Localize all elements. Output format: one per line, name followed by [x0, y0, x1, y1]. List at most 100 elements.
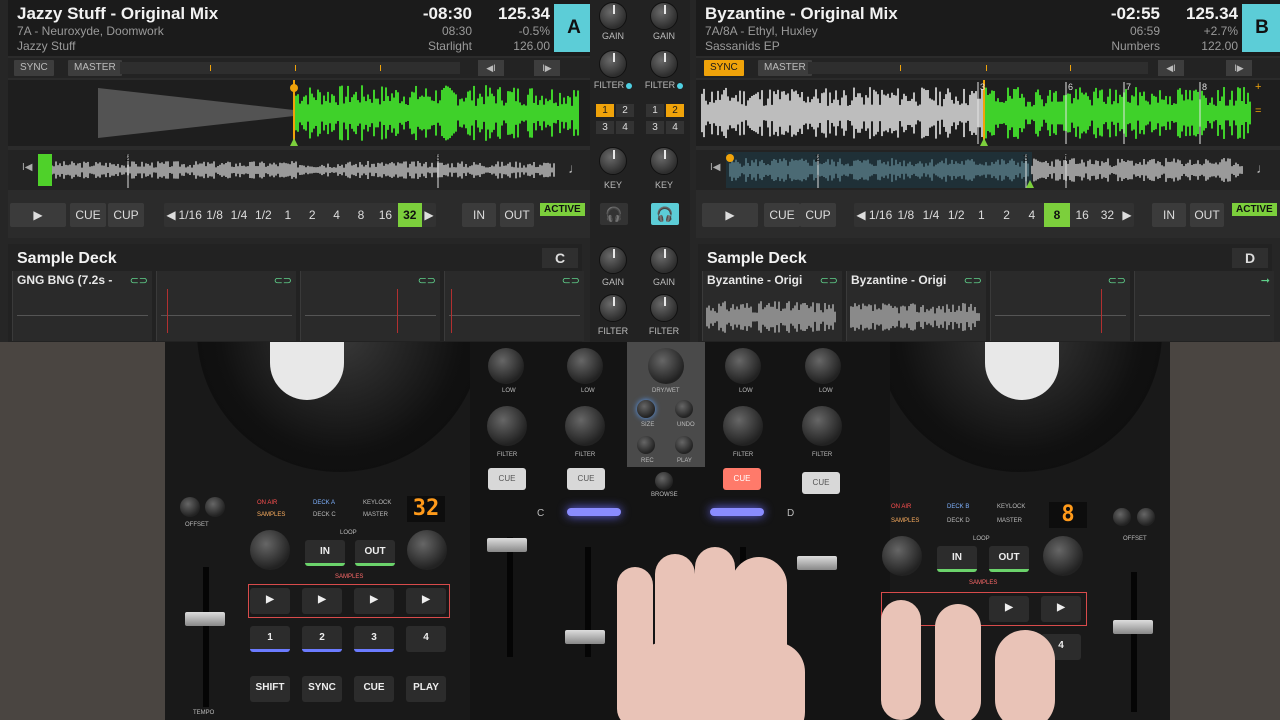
hw-move-knob-left[interactable]	[407, 530, 447, 570]
loop-prev-icon[interactable]: ◀	[164, 203, 178, 227]
deck-b-waveform[interactable]: 3 6 7 8 + =	[696, 80, 1280, 146]
hw-shift-button-left[interactable]: SHIFT	[250, 676, 290, 702]
deck-a-master-button[interactable]: MASTER	[68, 60, 122, 76]
hw-fx-play-button[interactable]	[675, 436, 693, 454]
hw-hotcue-4-left[interactable]: 4	[406, 626, 446, 652]
hw-filter-knob-b[interactable]	[723, 406, 763, 446]
deck-a-active-badge[interactable]: ACTIVE	[540, 203, 585, 216]
loop-next-icon[interactable]: ▶	[1120, 203, 1134, 227]
deck-a-waveform[interactable]	[8, 80, 594, 146]
gain-knob-d[interactable]	[650, 246, 678, 274]
loop-size-button[interactable]: 1/8	[893, 203, 918, 227]
gain-knob-c[interactable]	[599, 246, 627, 274]
hw-play-button-left[interactable]: PLAY	[406, 676, 446, 702]
hw-low-knob-a[interactable]	[567, 348, 603, 384]
loop-size-button[interactable]: 2	[300, 203, 324, 227]
loop-size-button[interactable]: 32	[397, 203, 422, 227]
loop-size-button[interactable]: 1/16	[868, 203, 893, 227]
deck-b-play-button[interactable]: ▶	[702, 203, 758, 227]
hw-offset-knob-right-2[interactable]	[1137, 508, 1155, 526]
hw-filter-knob-c[interactable]	[487, 406, 527, 446]
hw-cue-button-left[interactable]: CUE	[354, 676, 394, 702]
loop-size-button[interactable]: 32	[1095, 203, 1120, 227]
hw-hotcue-2-left[interactable]: 2	[302, 626, 342, 652]
deck-b-nudge-forward-button[interactable]: I▶	[1226, 60, 1252, 76]
hw-filter-knob-a[interactable]	[565, 406, 605, 446]
deck-a-loop-out-button[interactable]: OUT	[500, 203, 534, 227]
loop-size-button[interactable]: 1/4	[918, 203, 943, 227]
loop-size-button[interactable]: 8	[349, 203, 373, 227]
deck-a-cue-button[interactable]: CUE	[70, 203, 106, 227]
hw-sample-play-3-left[interactable]: ▶	[354, 588, 394, 614]
hw-filter-knob-d[interactable]	[802, 406, 842, 446]
key-knob-b[interactable]	[650, 147, 678, 175]
loop-size-button[interactable]: 16	[373, 203, 397, 227]
hw-sync-button-left[interactable]: SYNC	[302, 676, 342, 702]
loop-icon[interactable]: ⊂⊃	[130, 274, 148, 287]
sample-slot-c2[interactable]: ⊂⊃	[156, 271, 296, 341]
loop-size-button[interactable]: 4	[324, 203, 348, 227]
hw-loop-knob-left[interactable]	[250, 530, 290, 570]
sample-slot-c1[interactable]: GNG BNG (7.2s - ⊂⊃	[12, 271, 152, 341]
hw-channel-fader-c[interactable]	[487, 538, 527, 552]
hw-loop-in-button-right[interactable]: IN	[937, 546, 977, 572]
hw-sample-play-3-right[interactable]: ▶	[989, 596, 1029, 622]
loop-icon[interactable]: ⊂⊃	[274, 274, 292, 287]
fx-a-1-button[interactable]: 1	[596, 104, 614, 117]
deck-a-letter[interactable]: A	[554, 4, 594, 52]
loop-size-button[interactable]: 16	[1070, 203, 1095, 227]
sample-slot-d2[interactable]: Byzantine - Origi ⊂⊃	[846, 271, 986, 341]
deck-b-nudge-back-button[interactable]: ◀I	[1158, 60, 1184, 76]
hw-fx-undo-button[interactable]	[675, 400, 693, 418]
hw-hotcue-1-left[interactable]: 1	[250, 626, 290, 652]
hw-tempo-fader-left[interactable]	[185, 612, 225, 626]
fx-b-1-button[interactable]: 1	[646, 104, 664, 117]
loop-size-button[interactable]: 1/4	[227, 203, 251, 227]
hw-move-knob-right[interactable]	[1043, 536, 1083, 576]
deck-b-cup-button[interactable]: CUP	[800, 203, 836, 227]
loop-size-button[interactable]: 1/2	[944, 203, 969, 227]
sample-slot-d4[interactable]: ➞	[1134, 271, 1274, 341]
loop-size-button[interactable]: 1	[276, 203, 300, 227]
hw-offset-knob-left-2[interactable]	[205, 497, 225, 517]
hw-cue-button-d[interactable]: CUE	[802, 472, 840, 494]
loop-size-button[interactable]: 1/16	[178, 203, 202, 227]
hw-cue-button-a[interactable]: CUE	[567, 468, 605, 490]
loop-size-button[interactable]: 1/2	[251, 203, 275, 227]
loop-size-button[interactable]: 1/8	[202, 203, 226, 227]
loop-size-button[interactable]: 8	[1044, 203, 1070, 227]
deck-b-overview-start-icon[interactable]: I◀	[710, 162, 720, 173]
hw-offset-knob-left[interactable]	[180, 497, 200, 517]
filter-knob-d[interactable]	[650, 294, 678, 322]
headphones-icon[interactable]: 🎧	[600, 203, 628, 225]
hw-offset-knob-right[interactable]	[1113, 508, 1131, 526]
hw-loop-out-button-left[interactable]: OUT	[355, 540, 395, 566]
deck-a-cup-button[interactable]: CUP	[108, 203, 144, 227]
fx-a-3-button[interactable]: 3	[596, 121, 614, 134]
sample-slot-d3[interactable]: ⊂⊃	[990, 271, 1130, 341]
arrow-right-icon[interactable]: ➞	[1261, 274, 1270, 287]
hw-browse-knob[interactable]	[655, 472, 673, 490]
filter-knob-a[interactable]	[599, 50, 627, 78]
hw-channel-fader-d[interactable]	[797, 556, 837, 570]
filter-knob-b[interactable]	[650, 50, 678, 78]
deck-a-sync-button[interactable]: SYNC	[14, 60, 54, 76]
hw-sample-play-4-right[interactable]: ▶	[1041, 596, 1081, 622]
deck-b-cue-button[interactable]: CUE	[764, 203, 800, 227]
sample-slot-d1[interactable]: Byzantine - Origi ⊂⊃	[702, 271, 842, 341]
loop-size-button[interactable]: 2	[994, 203, 1019, 227]
hw-fx-size-button[interactable]	[637, 400, 655, 418]
loop-size-button[interactable]: 4	[1019, 203, 1044, 227]
deck-a-overview[interactable]: I◀ 2 3 ♩	[8, 150, 594, 190]
deck-b-active-badge[interactable]: ACTIVE	[1232, 203, 1277, 216]
loop-next-icon[interactable]: ▶	[422, 203, 436, 227]
loop-icon[interactable]: ⊂⊃	[418, 274, 436, 287]
loop-prev-icon[interactable]: ◀	[854, 203, 868, 227]
hw-sample-play-1-left[interactable]: ▶	[250, 588, 290, 614]
deck-b-overview[interactable]: I◀ 2 3 4 ♩	[696, 150, 1280, 190]
fx-b-3-button[interactable]: 3	[646, 121, 664, 134]
filter-knob-c[interactable]	[599, 294, 627, 322]
fx-a-4-button[interactable]: 4	[616, 121, 634, 134]
deck-b-loop-out-button[interactable]: OUT	[1190, 203, 1224, 227]
hw-sample-play-4-left[interactable]: ▶	[406, 588, 446, 614]
